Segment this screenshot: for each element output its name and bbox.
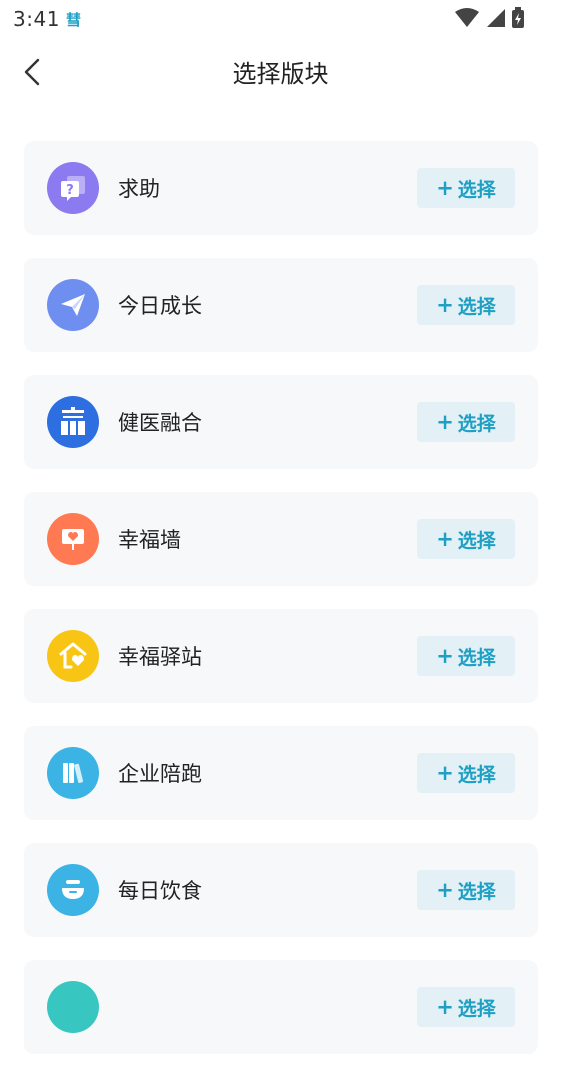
plus-icon: + (436, 176, 454, 200)
select-button[interactable]: + 选择 (417, 285, 515, 325)
section-list: ? 求助 + 选择 今日成长 + 选择 健医融合 + 选择 幸福墙 + 选择 幸… (24, 141, 538, 1077)
section-item-growth: 今日成长 + 选择 (24, 258, 538, 352)
section-label: 每日饮食 (118, 879, 202, 903)
heart-house-icon (47, 630, 99, 682)
section-item-partial: + 选择 (24, 960, 538, 1054)
svg-text:?: ? (66, 183, 74, 198)
section-item-diet: 每日饮食 + 选择 (24, 843, 538, 937)
section-label: 今日成长 (118, 294, 202, 318)
section-item-happy-station: 幸福驿站 + 选择 (24, 609, 538, 703)
status-icons (455, 7, 525, 29)
help-question-icon: ? (47, 162, 99, 214)
select-button[interactable]: + 选择 (417, 168, 515, 208)
section-label: 求助 (118, 177, 160, 201)
select-button[interactable]: + 选择 (417, 519, 515, 559)
select-button[interactable]: + 选择 (417, 753, 515, 793)
section-item-enterprise: 企业陪跑 + 选择 (24, 726, 538, 820)
page-title: 选择版块 (232, 60, 329, 88)
select-label: 选择 (457, 178, 496, 201)
select-label: 选择 (457, 763, 496, 786)
section-item-help: ? 求助 + 选择 (24, 141, 538, 235)
plus-icon: + (436, 293, 454, 317)
plus-icon: + (436, 644, 454, 668)
section-label: 幸福驿站 (118, 645, 202, 669)
section-item-happy-wall: 幸福墙 + 选择 (24, 492, 538, 586)
status-bar: 3:41 彗 (0, 0, 561, 36)
win-character-icon (47, 396, 99, 448)
select-button[interactable]: + 选择 (417, 402, 515, 442)
heart-board-icon (47, 513, 99, 565)
header: 选择版块 (0, 36, 561, 108)
paper-plane-icon (47, 279, 99, 331)
app-notification-icon: 彗 (66, 11, 82, 29)
section-label: 幸福墙 (118, 528, 181, 552)
select-label: 选择 (457, 295, 496, 318)
partial-icon (47, 981, 99, 1033)
plus-icon: + (436, 410, 454, 434)
select-label: 选择 (457, 529, 496, 552)
select-label: 选择 (457, 880, 496, 903)
signal-icon (487, 9, 505, 27)
select-button[interactable]: + 选择 (417, 987, 515, 1027)
select-label: 选择 (457, 646, 496, 669)
section-label: 企业陪跑 (118, 762, 202, 786)
select-button[interactable]: + 选择 (417, 636, 515, 676)
plus-icon: + (436, 878, 454, 902)
status-time: 3:41 (13, 7, 60, 31)
plus-icon: + (436, 527, 454, 551)
food-bowl-icon (47, 864, 99, 916)
battery-icon (512, 7, 524, 28)
section-item-health: 健医融合 + 选择 (24, 375, 538, 469)
wifi-icon (455, 8, 479, 27)
plus-icon: + (436, 761, 454, 785)
books-icon (47, 747, 99, 799)
section-label: 健医融合 (118, 411, 202, 435)
select-label: 选择 (457, 412, 496, 435)
select-button[interactable]: + 选择 (417, 870, 515, 910)
select-label: 选择 (457, 997, 496, 1020)
